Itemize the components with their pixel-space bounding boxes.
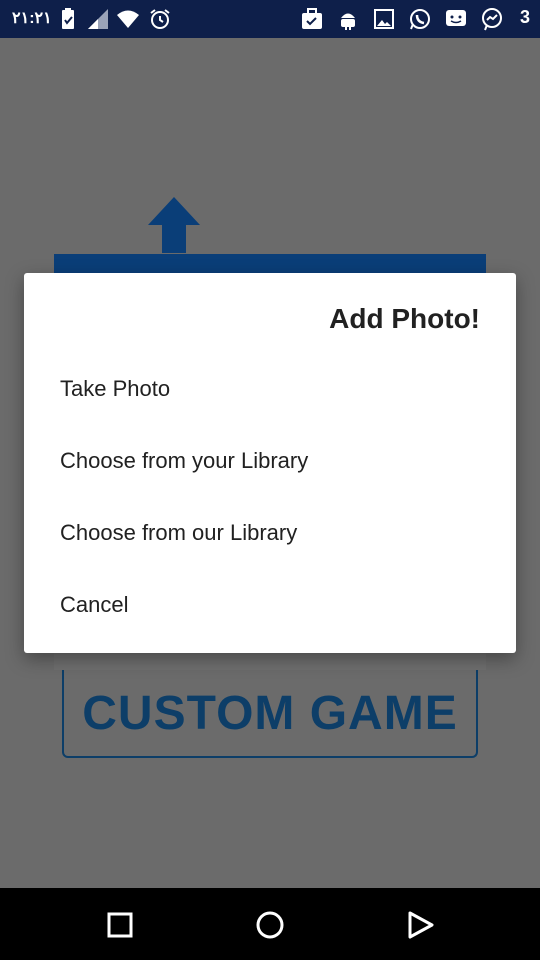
home-icon[interactable] <box>255 910 285 940</box>
battery-icon <box>62 8 74 29</box>
choose-our-library-option[interactable]: Choose from our Library <box>60 508 500 558</box>
navigation-bar <box>0 888 540 960</box>
status-time: ٢١:٢١ <box>12 10 52 27</box>
notification-count: 3 <box>519 7 530 27</box>
chat-icon <box>446 10 466 26</box>
choose-your-library-option[interactable]: Choose from your Library <box>60 436 500 486</box>
status-bar: ٢١:٢١ 3 <box>0 0 540 38</box>
image-icon <box>374 9 394 29</box>
cancel-option[interactable]: Cancel <box>60 580 500 630</box>
upload-arrow-icon <box>148 197 200 253</box>
background-card-header <box>54 254 486 274</box>
messenger-icon <box>482 8 502 31</box>
custom-game-label: CUSTOM GAME <box>82 686 458 740</box>
alarm-icon <box>150 9 170 29</box>
signal-icon <box>88 9 108 29</box>
briefcase-icon <box>302 8 322 29</box>
whatsapp-icon <box>410 9 430 30</box>
recents-icon[interactable] <box>105 910 135 940</box>
custom-game-button[interactable]: CUSTOM GAME <box>62 670 478 758</box>
dialog-title: Add Photo! <box>329 303 480 334</box>
wifi-icon <box>117 10 139 28</box>
back-icon[interactable] <box>405 910 435 940</box>
take-photo-option[interactable]: Take Photo <box>60 364 500 414</box>
add-photo-dialog: Add Photo! Take Photo Choose from your L… <box>24 273 516 653</box>
android-icon <box>341 13 355 30</box>
